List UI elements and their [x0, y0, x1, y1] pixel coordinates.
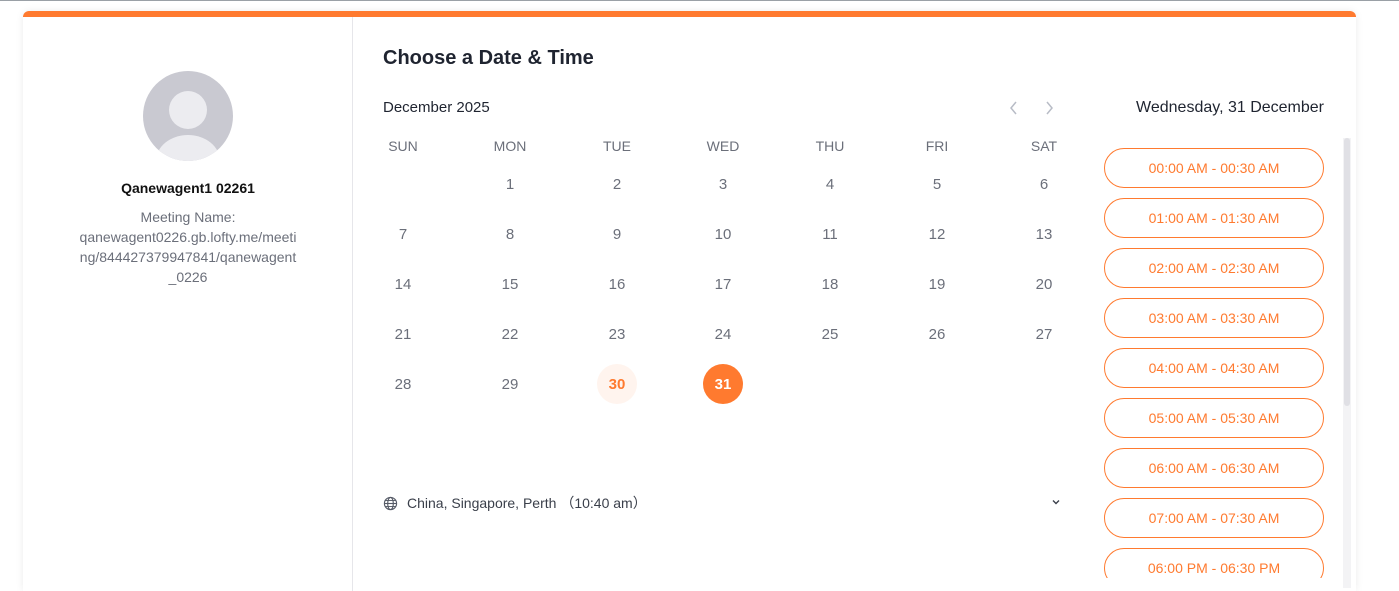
calendar-day-23: 23 — [608, 325, 626, 343]
time-slot-button[interactable]: 00:00 AM - 00:30 AM — [1104, 148, 1324, 188]
calendar-day-7: 7 — [398, 225, 408, 243]
avatar — [143, 71, 233, 161]
weekday-mon: MON — [493, 138, 527, 154]
calendar-day-28: 28 — [394, 375, 412, 393]
weekday-wed: WED — [706, 138, 740, 154]
time-slot-button[interactable]: 03:00 AM - 03:30 AM — [1104, 298, 1324, 338]
calendar-day-29: 29 — [501, 375, 519, 393]
calendar-day-2: 2 — [612, 175, 622, 193]
calendar-day-8: 8 — [505, 225, 515, 243]
slots-scrollbar[interactable] — [1343, 138, 1351, 588]
time-slot-button[interactable]: 07:00 AM - 07:30 AM — [1104, 498, 1324, 538]
calendar-day-18: 18 — [821, 275, 839, 293]
weekday-fri: FRI — [925, 138, 949, 154]
timezone-label: China, Singapore, Perth （10:40 am） — [407, 495, 647, 511]
calendar-day-10: 10 — [714, 225, 732, 243]
calendar-day-14: 14 — [394, 275, 412, 293]
calendar-day-19: 19 — [928, 275, 946, 293]
calendar-day-6: 6 — [1039, 175, 1049, 193]
weekday-sun: SUN — [388, 138, 418, 154]
selected-date-heading: Wednesday, 31 December — [1136, 99, 1324, 116]
chevron-down-icon[interactable] — [1049, 495, 1063, 509]
calendar-day-1: 1 — [505, 175, 515, 193]
booking-card: Qanewagent1 02261 Meeting Name: qanewage… — [23, 11, 1356, 591]
month-label: December 2025 — [383, 99, 490, 116]
time-slot-button[interactable]: 06:00 PM - 06:30 PM — [1104, 548, 1324, 578]
calendar-day-9: 9 — [612, 225, 622, 243]
calendar-day-25: 25 — [821, 325, 839, 343]
host-panel: Qanewagent1 02261 Meeting Name: qanewage… — [23, 17, 353, 591]
calendar-day-13: 13 — [1035, 225, 1053, 243]
calendar-day-21: 21 — [394, 325, 412, 343]
calendar-day-15: 15 — [501, 275, 519, 293]
page-title: Choose a Date & Time — [383, 47, 594, 69]
chevron-right-icon — [1046, 101, 1053, 115]
calendar-day-3: 3 — [718, 175, 728, 193]
avatar-body — [156, 135, 220, 161]
time-slot-list[interactable]: 00:00 AM - 00:30 AM 01:00 AM - 01:30 AM 02… — [1104, 138, 1324, 578]
calendar-day-20: 20 — [1035, 275, 1053, 293]
calendar-day-5: 5 — [932, 175, 942, 193]
weekday-sat: SAT — [1030, 138, 1058, 154]
calendar-day-17: 17 — [714, 275, 732, 293]
time-slot-button[interactable]: 01:00 AM - 01:30 AM — [1104, 198, 1324, 238]
time-slot-button[interactable]: 06:00 AM - 06:30 AM — [1104, 448, 1324, 488]
meeting-name-label: Meeting Name: — [140, 209, 236, 225]
globe-icon — [383, 496, 398, 510]
weekday-tue: TUE — [603, 138, 631, 154]
calendar-day-12: 12 — [928, 225, 946, 243]
host-name: Qanewagent1 02261 — [121, 180, 255, 196]
calendar-day-16: 16 — [608, 275, 626, 293]
time-slot-button[interactable]: 02:00 AM - 02:30 AM — [1104, 248, 1324, 288]
calendar-day-31[interactable]: 31 — [703, 364, 743, 404]
window-top-border — [0, 0, 1399, 1]
scrollbar-thumb[interactable] — [1344, 138, 1350, 406]
calendar-day-11: 11 — [822, 225, 838, 243]
calendar-day-22: 22 — [501, 325, 519, 343]
calendar-day-26: 26 — [928, 325, 946, 343]
calendar-day-27: 27 — [1035, 325, 1053, 343]
next-month-button[interactable] — [1038, 97, 1060, 119]
time-slot-button[interactable]: 04:00 AM - 04:30 AM — [1104, 348, 1324, 388]
calendar-day-4: 4 — [825, 175, 835, 193]
weekday-thu: THU — [815, 138, 845, 154]
avatar-head — [169, 91, 207, 129]
calendar-day-24: 24 — [714, 325, 732, 343]
timezone-selector[interactable]: China, Singapore, Perth （10:40 am） — [383, 493, 647, 513]
chevron-left-icon — [1010, 101, 1017, 115]
time-slot-button[interactable]: 05:00 AM - 05:30 AM — [1104, 398, 1324, 438]
meeting-url: qanewagent0226.gb.lofty.me/meeting/84442… — [79, 229, 297, 285]
prev-month-button[interactable] — [1003, 97, 1025, 119]
calendar-day-30[interactable]: 30 — [597, 364, 637, 404]
